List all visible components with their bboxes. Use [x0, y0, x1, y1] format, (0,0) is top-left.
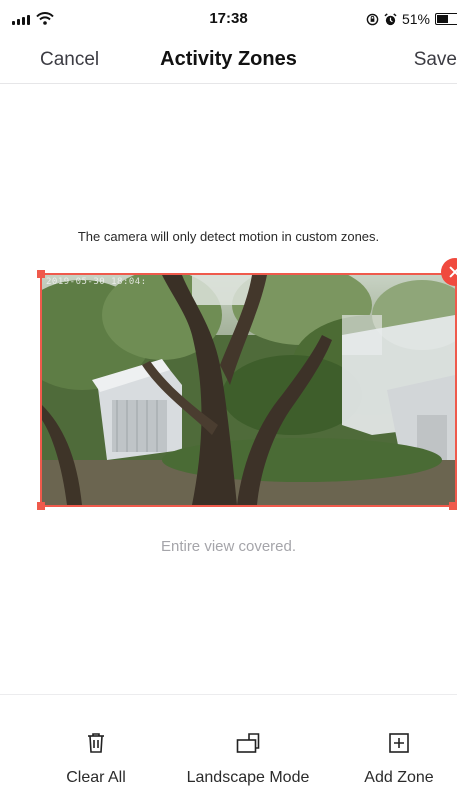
add-box-icon	[389, 733, 409, 753]
clear-all-label: Clear All	[66, 769, 126, 786]
page-title: Activity Zones	[160, 48, 297, 70]
zone-handle-bottom-right[interactable]	[449, 502, 457, 510]
status-right: 51%	[366, 11, 457, 27]
landscape-icon	[236, 733, 260, 753]
landscape-mode-label: Landscape Mode	[186, 769, 310, 786]
landscape-mode-button[interactable]: Landscape Mode	[178, 731, 318, 787]
battery-percent: 51%	[401, 11, 430, 27]
nav-bar: Cancel Activity Zones Save	[0, 36, 457, 84]
battery-icon	[435, 13, 457, 25]
activity-zone[interactable]	[40, 273, 457, 507]
coverage-status: Entire view covered.	[160, 538, 297, 555]
save-button[interactable]: Save	[414, 49, 457, 71]
add-zone-label: Add Zone	[364, 769, 434, 786]
status-bar: 17:38 51%	[0, 0, 457, 36]
battery-fill	[437, 15, 448, 23]
zone-hint-text: The camera will only detect motion in cu…	[77, 229, 380, 244]
zone-handle-top-left[interactable]	[37, 270, 45, 278]
alarm-icon	[384, 12, 397, 25]
orientation-lock-icon	[366, 13, 379, 25]
add-zone-button[interactable]: Add Zone	[358, 731, 440, 787]
trash-icon	[88, 733, 104, 753]
clear-all-button[interactable]: Clear All	[58, 731, 134, 787]
zone-handle-bottom-left[interactable]	[37, 502, 45, 510]
bottom-toolbar: Clear All Landscape Mode Add Zone	[0, 694, 457, 809]
